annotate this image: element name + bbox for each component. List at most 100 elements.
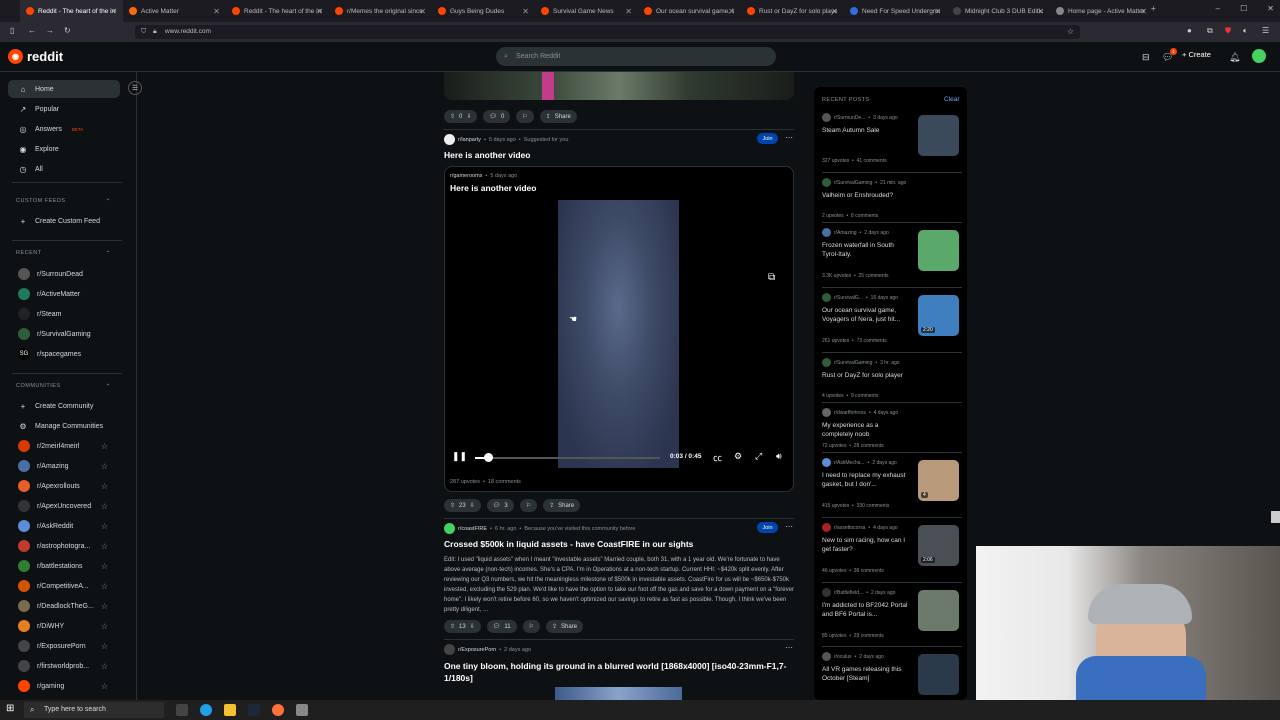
sidebar-community-item[interactable]: r/CompetitiveA... ☆ — [8, 577, 120, 595]
recent-post-subreddit[interactable]: r/assettocorsa — [834, 525, 865, 531]
more-options-icon[interactable]: ⋯ — [785, 522, 793, 531]
browser-tab[interactable]: Survival Game News ✕ — [535, 0, 638, 22]
recent-post-subreddit[interactable]: r/SurvivalG... — [834, 295, 863, 301]
downvote-icon[interactable]: ⇩ — [466, 113, 471, 120]
browser-tab[interactable]: Active Matter ✕ — [123, 0, 226, 22]
favorite-star-icon[interactable]: ☆ — [101, 502, 108, 511]
favorite-star-icon[interactable]: ☆ — [101, 542, 108, 551]
recent-post-item[interactable]: r/SurvivalG... • 16 days ago Our ocean surv… — [822, 293, 962, 351]
browser-tab[interactable]: Our ocean survival game, Voyagers✕ — [638, 0, 741, 22]
close-tab-icon[interactable]: ✕ — [213, 7, 220, 16]
ublock-icon[interactable]: ⛊ — [1225, 26, 1231, 36]
favorite-star-icon[interactable]: ☆ — [101, 442, 108, 451]
recent-post-subreddit[interactable]: r/Amazing — [834, 230, 857, 236]
user-avatar[interactable] — [1252, 49, 1266, 63]
recent-post-title[interactable]: Rust or DayZ for solo player — [822, 371, 910, 380]
sidebar-recent-item[interactable]: r/SurvivalGaming — [8, 325, 120, 343]
reload-icon[interactable]: ↻ — [64, 26, 71, 35]
search-input[interactable]: ⌕ Search Reddit — [496, 47, 776, 66]
sidebar-item-popular[interactable]: ↗ Popular — [8, 100, 120, 118]
recent-post-thumbnail[interactable]: 2:20 — [918, 295, 959, 336]
award-button[interactable]: ⚐ — [516, 110, 534, 123]
new-tab-icon[interactable]: + — [1151, 4, 1156, 13]
favorite-star-icon[interactable]: ☆ — [101, 582, 108, 591]
upvote-icon[interactable]: ⇧ — [450, 623, 455, 630]
sidebar-community-item[interactable]: r/astrophotogra... ☆ — [8, 537, 120, 555]
favorite-star-icon[interactable]: ☆ — [101, 522, 108, 531]
settings-gear-icon[interactable]: ⚙ — [734, 451, 742, 462]
post-body[interactable]: Edit: I used "liquid assets" when I mean… — [444, 555, 794, 615]
recent-post-title[interactable]: My experience as a completely noob — [822, 421, 910, 439]
subreddit-link[interactable]: r/ExposurePorn — [458, 647, 496, 653]
close-tab-icon[interactable]: ✕ — [419, 7, 426, 16]
favorite-star-icon[interactable]: ☆ — [101, 462, 108, 471]
reddit-logo[interactable]: ◉ reddit — [8, 49, 63, 64]
close-tab-icon[interactable]: ✕ — [110, 7, 117, 16]
recent-post-title[interactable]: I need to replace my exhaust gasket, but… — [822, 471, 910, 489]
account-icon[interactable]: ● — [1187, 26, 1192, 35]
recent-post-subreddit[interactable]: r/AskMecha... — [834, 460, 865, 466]
recent-post-thumbnail[interactable] — [918, 654, 959, 695]
browser-tab[interactable]: Reddit - The heart of the internet✕ — [226, 0, 329, 22]
recent-heading[interactable]: RECENT ⌃ — [16, 250, 111, 257]
custom-feeds-heading[interactable]: CUSTOM FEEDS ⌃ — [16, 198, 111, 205]
recent-post-title[interactable]: Frozen waterfall in South Tyrol-Italy. — [822, 241, 910, 259]
comments-button[interactable]: 💬︎ 11 — [486, 620, 517, 633]
clear-recent-button[interactable]: Clear — [944, 96, 960, 103]
favorite-star-icon[interactable]: ☆ — [101, 642, 108, 651]
captions-icon[interactable]: ㏄ — [713, 451, 722, 464]
video-scrub-handle[interactable] — [483, 453, 493, 462]
recent-post-subreddit[interactable]: r/SurvivalGaming — [834, 360, 872, 366]
menu-icon[interactable]: ☰ — [1262, 26, 1269, 35]
app-icon[interactable] — [296, 704, 308, 716]
video-progress-track[interactable] — [475, 453, 660, 462]
sidebar-community-item[interactable]: r/ExposurePorn ☆ — [8, 637, 120, 655]
crosspost-title[interactable]: Here is another video — [450, 183, 536, 193]
close-tab-icon[interactable]: ✕ — [1140, 7, 1147, 16]
sidebar-community-item[interactable]: r/gaming ☆ — [8, 677, 120, 695]
favorite-star-icon[interactable]: ☆ — [101, 562, 108, 571]
recent-post-item[interactable]: r/dwarffortress • 4 days ago My experience … — [822, 408, 962, 452]
share-button[interactable]: ⇪ Share — [543, 499, 581, 512]
upvote-icon[interactable]: ⇧ — [450, 502, 455, 509]
create-community-button[interactable]: + Create Community — [8, 397, 120, 415]
post-title[interactable]: Crossed $500k in liquid assets - have Co… — [444, 539, 693, 549]
sidebar-recent-item[interactable]: r/ActiveMatter — [8, 285, 120, 303]
recent-post-thumbnail[interactable] — [918, 230, 959, 271]
close-tab-icon[interactable]: ✕ — [522, 7, 529, 16]
recent-post-subreddit[interactable]: r/SurvivalGaming — [834, 180, 872, 186]
sidebar-community-item[interactable]: r/ApexUncovered ☆ — [8, 497, 120, 515]
recent-post-subreddit[interactable]: r/SurrounDe... — [834, 115, 865, 121]
sidebar-community-item[interactable]: r/DiWHY ☆ — [8, 617, 120, 635]
favorite-star-icon[interactable]: ☆ — [101, 662, 108, 671]
recent-post-subreddit[interactable]: r/oculus — [834, 654, 852, 660]
recent-post-item[interactable]: r/AskMecha... • 2 days ago I need to replac… — [822, 458, 962, 516]
favorite-star-icon[interactable]: ☆ — [101, 482, 108, 491]
recent-post-thumbnail[interactable] — [918, 590, 959, 631]
recent-post-thumbnail[interactable] — [918, 115, 959, 156]
create-button[interactable]: + Create — [1182, 50, 1211, 59]
extensions-icon[interactable]: ⧉ — [1207, 26, 1213, 36]
recent-post-title[interactable]: All VR games releasing this October [Ste… — [822, 665, 910, 683]
sidebar-item-explore[interactable]: ◉ Explore — [8, 140, 120, 158]
task-view-icon[interactable] — [176, 704, 188, 716]
taskbar-search-input[interactable]: ⌕ Type here to search — [24, 702, 164, 718]
post-image[interactable] — [555, 687, 682, 700]
sidebar-community-item[interactable]: r/Apexrollouts ☆ — [8, 477, 120, 495]
recent-post-item[interactable]: r/SurvivalGaming • 21 min. ago Valheim or E… — [822, 178, 962, 222]
join-button[interactable]: Join — [757, 522, 778, 533]
comments-button[interactable]: 💬︎ 0 — [483, 110, 511, 123]
recent-post-title[interactable]: New to sim racing, how can I get faster? — [822, 536, 910, 554]
sidebar-community-item[interactable]: r/AskReddit ☆ — [8, 517, 120, 535]
post-title[interactable]: One tiny bloom, holding its ground in a … — [444, 660, 794, 684]
downvote-icon[interactable]: ⇩ — [470, 623, 475, 630]
close-tab-icon[interactable]: ✕ — [316, 7, 323, 16]
windows-start-icon[interactable]: ⊞ — [6, 703, 14, 714]
sidebar-community-item[interactable]: r/battlestations ☆ — [8, 557, 120, 575]
sidebar-recent-item[interactable]: SG r/spacegames — [8, 345, 120, 363]
more-options-icon[interactable]: ⋯ — [785, 643, 793, 652]
sidebar-item-home[interactable]: ⌂ Home — [8, 80, 120, 98]
browser-tab[interactable]: Home page - Active Matter ✕ — [1050, 0, 1153, 22]
sidebar-toggle-icon[interactable]: ▯ — [10, 26, 14, 35]
crosspost-subreddit[interactable]: r/gamerooms — [450, 173, 482, 179]
